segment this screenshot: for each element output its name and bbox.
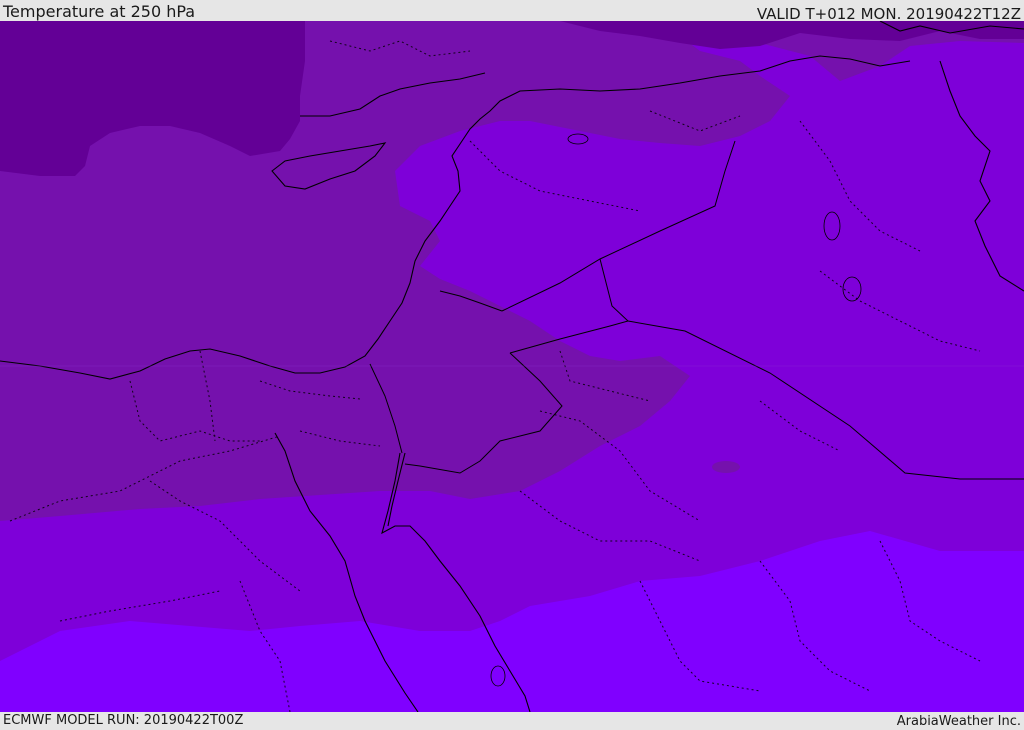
model-run: ECMWF MODEL RUN: 20190422T00Z bbox=[3, 713, 244, 728]
header-bar: Temperature at 250 hPa VALID T+012 MON. … bbox=[0, 0, 1024, 23]
map-title: Temperature at 250 hPa bbox=[3, 2, 196, 21]
footer-bar: ECMWF MODEL RUN: 20190422T00Z ArabiaWeat… bbox=[0, 712, 1024, 729]
temp-pocket bbox=[712, 461, 740, 473]
credit: ArabiaWeather Inc. bbox=[896, 714, 1021, 729]
temperature-map bbox=[0, 21, 1024, 712]
